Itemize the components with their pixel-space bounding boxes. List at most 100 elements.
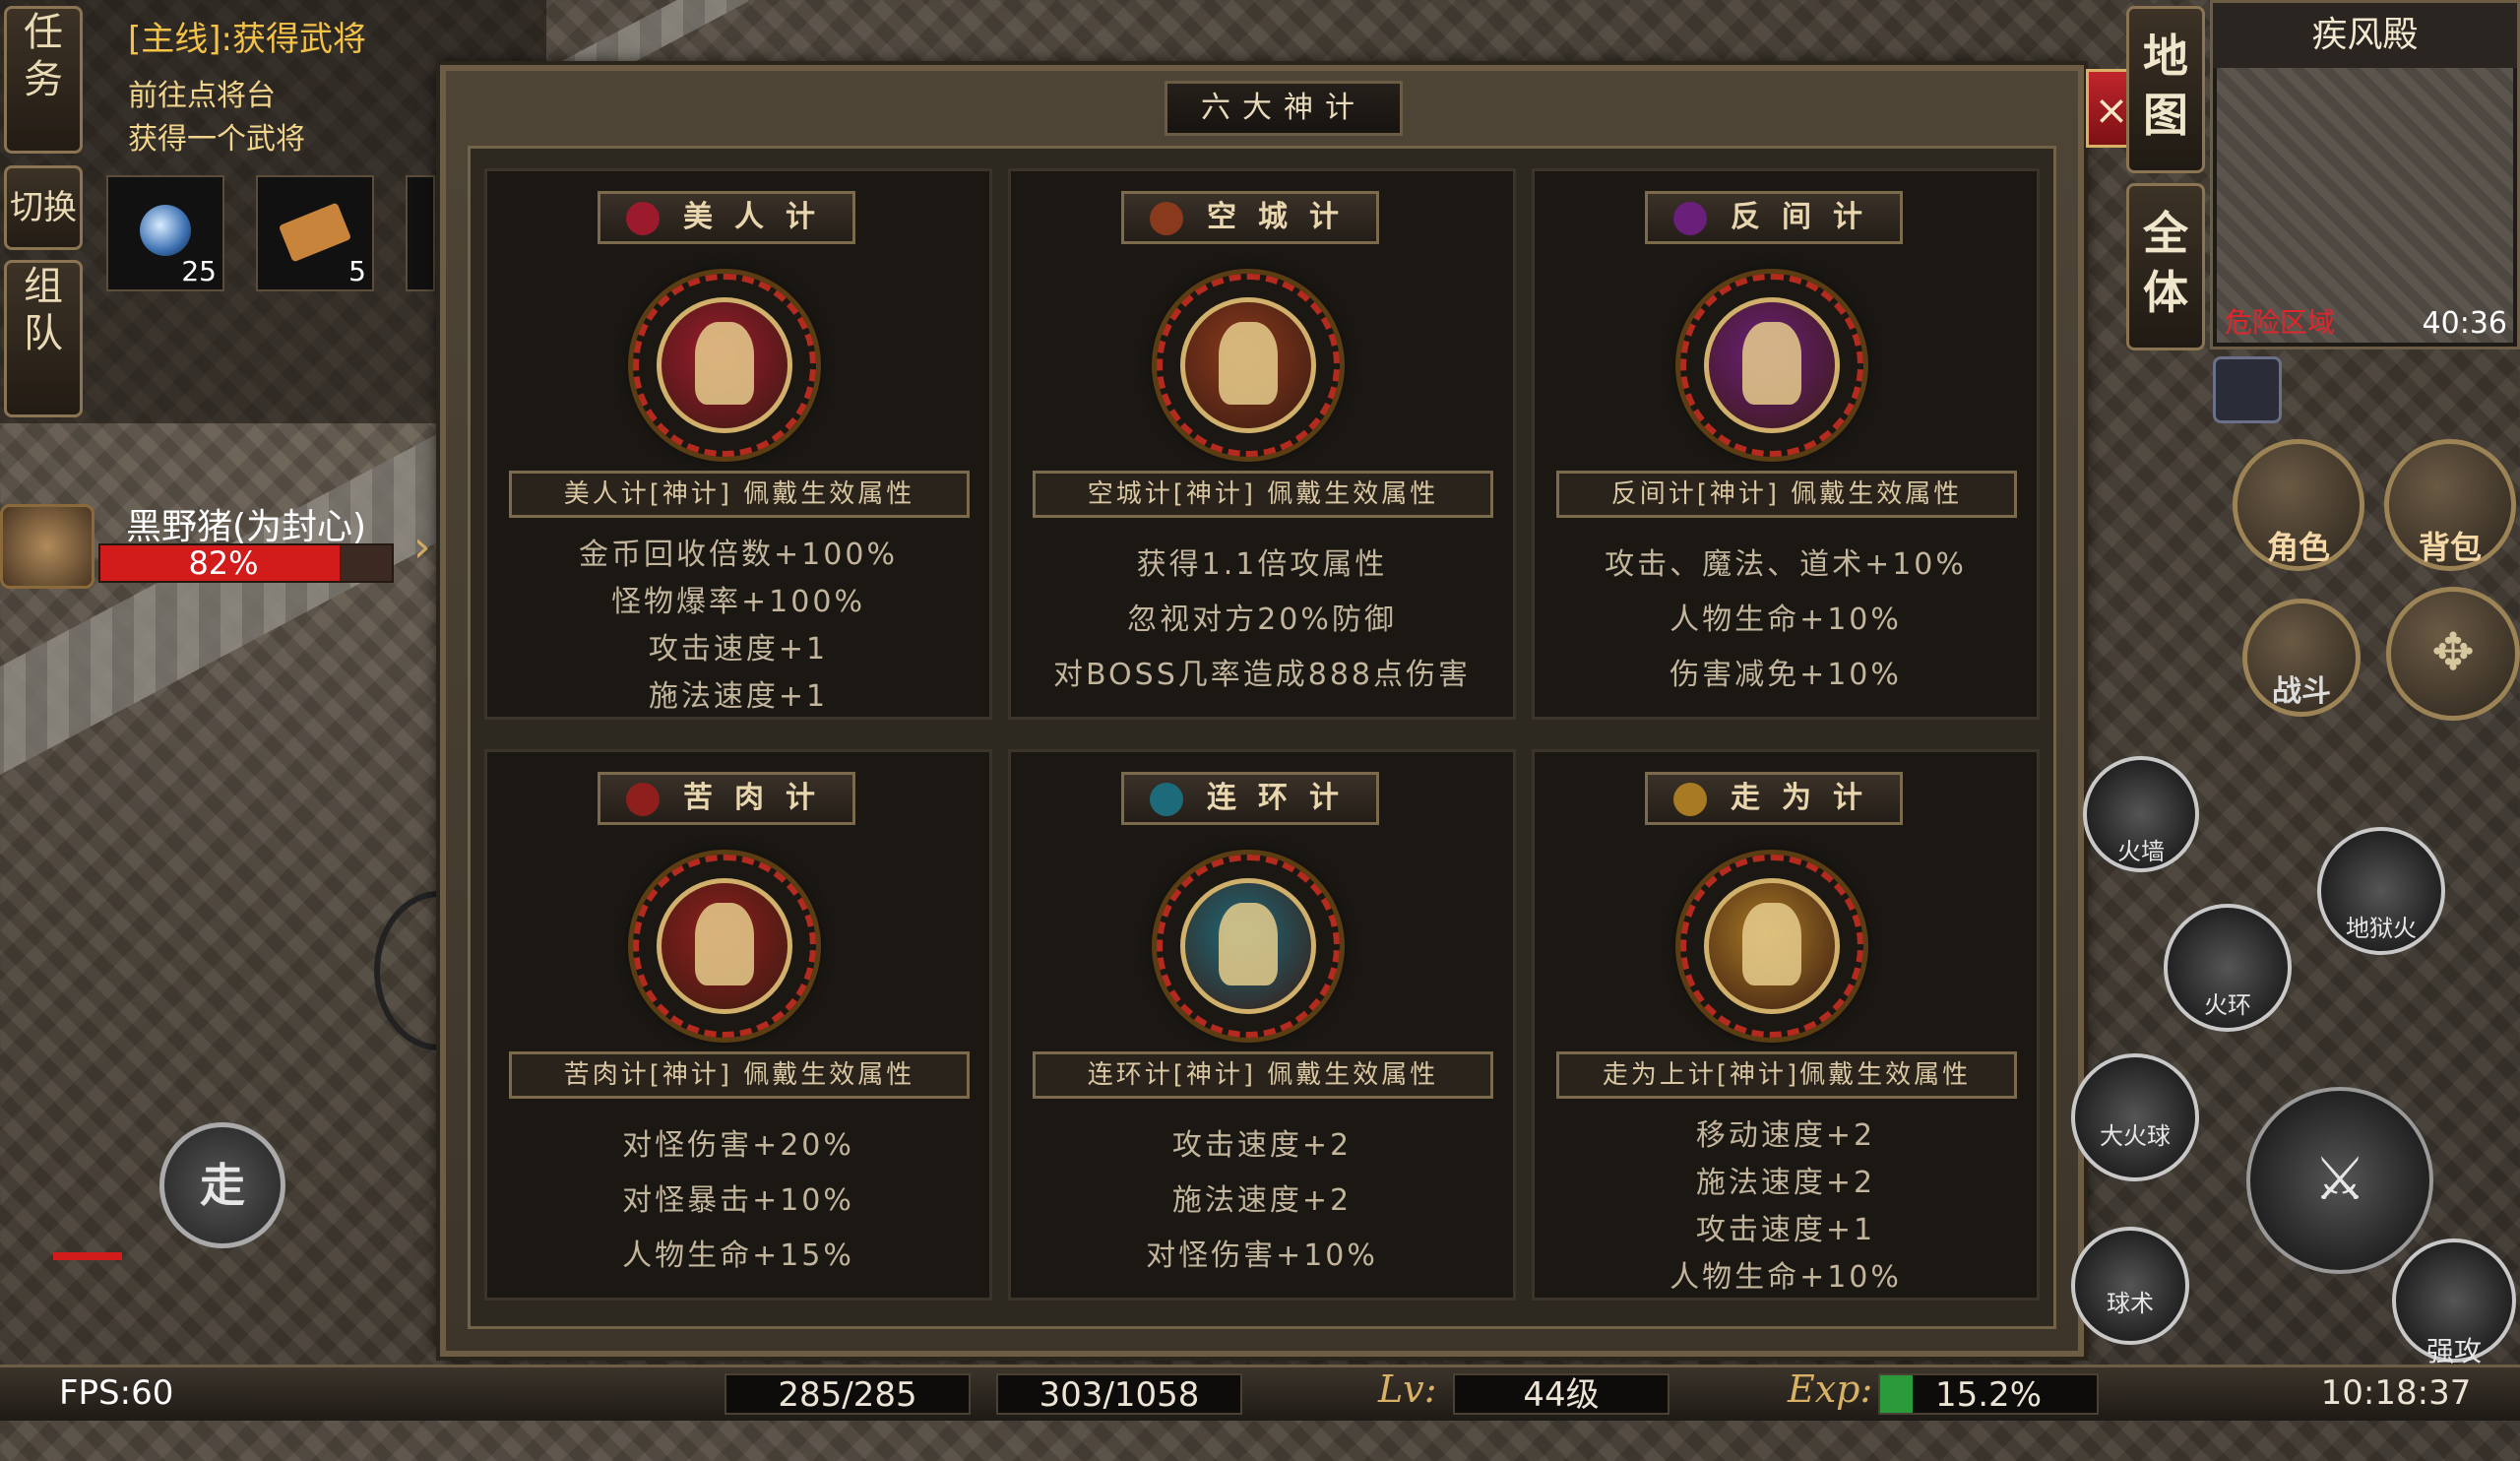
attr-line: 对怪伤害+10% <box>1146 1239 1378 1273</box>
skill-fireball[interactable]: 大火球 <box>2071 1053 2199 1181</box>
stratagem-card[interactable]: 连环计 连环计[神计] 佩戴生效属性 攻击速度+2 施法速度+2 对怪伤害+10% <box>1008 749 1516 1301</box>
attr-line: 忽视对方20%防御 <box>1127 603 1397 637</box>
dialog-body: 美人计 美人计[神计] 佩戴生效属性 金币回收倍数+100% 怪物爆率+100% 攻击速… <box>468 146 2056 1329</box>
level-value: 44级 <box>1453 1373 1670 1415</box>
card-name: 连环计 <box>1207 781 1360 815</box>
status-bar: FPS:60 285/285 303/1058 Lv: 44级 Exp: 15.… <box>0 1365 2520 1421</box>
attr-line: 伤害减免+10% <box>1670 658 1902 692</box>
card-title: 美人计 <box>598 191 855 244</box>
stratagem-medal[interactable] <box>1680 855 1863 1038</box>
stratagem-card[interactable]: 反间计 反间计[神计] 佩戴生效属性 攻击、魔法、道术+10% 人物生命+10% 伤害减… <box>1532 168 2040 720</box>
quest-title[interactable]: [主线]:获得武将 <box>128 12 366 60</box>
attr-header: 连环计[神计] 佩戴生效属性 <box>1033 1051 1493 1099</box>
exp-label: Exp: <box>1788 1367 1873 1411</box>
stratagem-card[interactable]: 美人计 美人计[神计] 佩戴生效属性 金币回收倍数+100% 怪物爆率+100% 攻击速… <box>484 168 992 720</box>
attr-line: 对怪伤害+20% <box>622 1128 854 1163</box>
skill-fire-wall[interactable]: 火墙 <box>2083 756 2199 872</box>
location-name: 疾风殿 <box>2213 3 2517 68</box>
six-stratagems-dialog: 六大神计 美人计 美人计[神计] 佩戴生效属性 金币回收倍数+100% 怪物爆率+10… <box>436 61 2088 1361</box>
level-label: Lv: <box>1378 1367 1437 1411</box>
mp-value: 303/1058 <box>996 1373 1242 1415</box>
medal-core <box>1704 878 1840 1014</box>
quest-goal: 获得一个武将 <box>128 122 305 157</box>
medal-figure <box>1219 322 1278 405</box>
skill-hellfire[interactable]: 地狱火 <box>2317 827 2445 955</box>
medal-figure <box>1742 322 1801 405</box>
attr-lines: 攻击、魔法、道术+10% 人物生命+10% 伤害减免+10% <box>1535 538 2037 703</box>
hp-value: 285/285 <box>724 1373 971 1415</box>
target-hp-bar: 82% <box>98 543 394 583</box>
team-tab[interactable]: 组队 <box>4 260 83 417</box>
attr-lines: 金币回收倍数+100% 怪物爆率+100% 攻击速度+1 施法速度+1 <box>487 532 989 721</box>
bag-button[interactable]: 背包 <box>2384 439 2516 571</box>
reward-slot[interactable] <box>406 175 435 291</box>
reward-slot[interactable]: 5 <box>256 175 374 291</box>
attr-line: 怪物爆率+100% <box>611 585 865 619</box>
attr-line: 对怪暴击+10% <box>622 1183 854 1218</box>
card-name: 苦肉计 <box>683 781 837 815</box>
hp-mini-bar <box>53 1252 122 1260</box>
expand-arrow-icon[interactable]: › <box>413 522 431 572</box>
attr-header: 苦肉计[神计] 佩戴生效属性 <box>509 1051 970 1099</box>
switch-tab[interactable]: 切换 <box>4 165 83 250</box>
stratagem-icon <box>1150 202 1183 235</box>
card-name: 美人计 <box>683 200 837 234</box>
exp-bar-fill <box>1880 1375 1914 1413</box>
exp-value: 15.2% <box>1934 1375 2042 1415</box>
attr-line: 攻击速度+1 <box>648 632 829 667</box>
scroll-icon <box>278 202 352 263</box>
attr-line: 施法速度+2 <box>1695 1166 1876 1200</box>
direction-button[interactable]: ✥ <box>2386 587 2520 721</box>
attr-line: 人物生命+10% <box>1670 1260 1902 1295</box>
settings-gear-icon[interactable] <box>2213 356 2282 423</box>
stratagem-icon <box>1673 783 1707 816</box>
medal-figure <box>695 903 754 985</box>
fps-label: FPS:60 <box>59 1373 174 1413</box>
task-tab[interactable]: 任务 <box>4 6 83 154</box>
minimap-view[interactable]: 危险区域 40:36 <box>2217 68 2513 343</box>
card-title: 走为计 <box>1645 772 1903 825</box>
minimap[interactable]: 疾风殿 危险区域 40:36 <box>2210 0 2520 349</box>
attr-line: 对BOSS几率造成888点伤害 <box>1052 658 1471 692</box>
medal-figure <box>1742 903 1801 985</box>
medal-core <box>657 297 792 433</box>
map-button[interactable]: 地图 <box>2126 6 2205 173</box>
stratagem-medal[interactable] <box>1680 274 1863 457</box>
stratagem-card[interactable]: 苦肉计苦肉计[神计] 佩戴生效属性对怪伤害+20% 对怪暴击+10% 人物生命+15… <box>484 749 992 1301</box>
stratagem-card[interactable]: 走为计 走为上计[神计]佩戴生效属性 移动速度+2 施法速度+2 攻击速度+1 人物生命+… <box>1532 749 2040 1301</box>
attack-button[interactable]: ⚔ <box>2246 1087 2433 1274</box>
stratagem-icon <box>626 783 660 816</box>
medal-core <box>1180 297 1316 433</box>
attr-header: 反间计[神计] 佩戴生效属性 <box>1556 471 2017 518</box>
attr-line: 人物生命+10% <box>1670 603 1902 637</box>
attr-header: 走为上计[神计]佩戴生效属性 <box>1556 1051 2017 1099</box>
skill-power-strike[interactable]: 强攻 <box>2392 1239 2516 1367</box>
all-button[interactable]: 全体 <box>2126 183 2205 350</box>
stratagem-medal[interactable] <box>633 274 816 457</box>
stratagem-medal[interactable] <box>1157 855 1340 1038</box>
stratagem-medal[interactable] <box>633 855 816 1038</box>
medal-core <box>657 878 792 1014</box>
attr-lines: 获得1.1倍攻属性 忽视对方20%防御 对BOSS几率造成888点伤害 <box>1011 538 1513 703</box>
clock: 10:18:37 <box>2320 1373 2472 1413</box>
dialog-title: 六大神计 <box>1165 81 1403 136</box>
stratagem-card[interactable]: 空城计 空城计[神计] 佩戴生效属性 获得1.1倍攻属性 忽视对方20%防御 对BOSS… <box>1008 168 1516 720</box>
quest-step[interactable]: 前往点将台 <box>128 71 276 114</box>
attr-line: 人物生命+15% <box>622 1239 854 1273</box>
attr-line: 金币回收倍数+100% <box>579 538 898 572</box>
walk-joystick[interactable]: 走 <box>159 1122 285 1248</box>
exp-bar: 15.2% <box>1878 1373 2099 1415</box>
card-title: 反间计 <box>1645 191 1903 244</box>
character-button[interactable]: 角色 <box>2233 439 2364 571</box>
danger-zone-label: 危险区域 <box>2225 306 2336 339</box>
battle-button[interactable]: 战斗 <box>2242 599 2361 717</box>
skill-fire-ring[interactable]: 火环 <box>2164 904 2292 1032</box>
reward-slot[interactable]: 25 <box>106 175 224 291</box>
stratagem-icon <box>1150 783 1183 816</box>
medal-figure <box>1219 903 1278 985</box>
target-hp-text: 82% <box>188 544 259 582</box>
skill-orb[interactable]: 球术 <box>2071 1227 2189 1345</box>
target-avatar[interactable] <box>0 504 94 589</box>
attr-lines: 对怪伤害+20% 对怪暴击+10% 人物生命+15% <box>487 1118 989 1284</box>
stratagem-medal[interactable] <box>1157 274 1340 457</box>
